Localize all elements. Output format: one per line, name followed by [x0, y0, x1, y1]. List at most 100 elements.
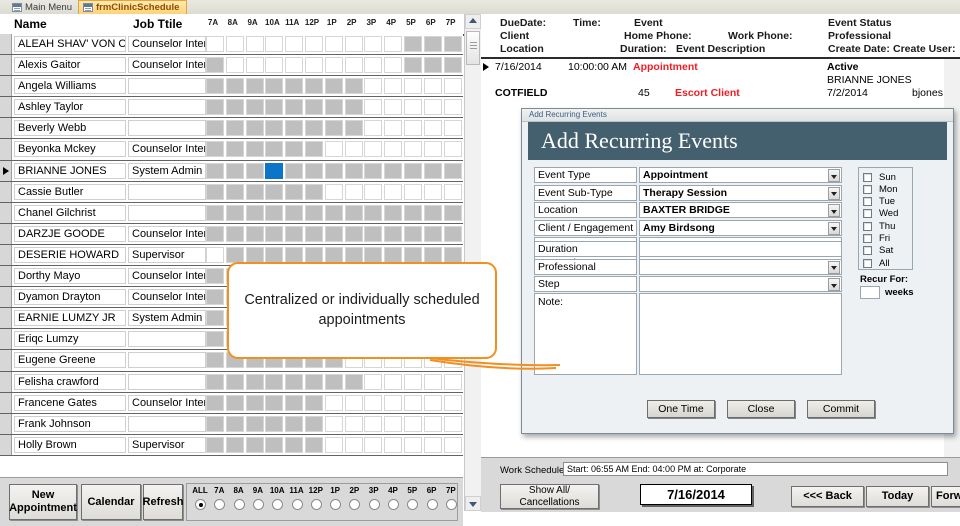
- time-slot-available[interactable]: [245, 394, 264, 411]
- row-selector[interactable]: [0, 202, 12, 223]
- today-button[interactable]: Today: [866, 486, 929, 507]
- time-slot-available[interactable]: [305, 183, 323, 200]
- time-slot-empty[interactable]: [384, 373, 403, 390]
- time-slot-empty[interactable]: [404, 99, 422, 116]
- time-slot-available[interactable]: [423, 162, 442, 179]
- time-slot-empty[interactable]: [364, 57, 383, 74]
- time-slot-empty[interactable]: [324, 36, 343, 52]
- cell-staff-name[interactable]: Chanel Gilchrist: [14, 204, 126, 221]
- time-slot-available[interactable]: [206, 415, 224, 432]
- time-slot-empty[interactable]: [423, 183, 442, 200]
- time-slot-available[interactable]: [265, 141, 284, 158]
- filter-radio-11a[interactable]: [291, 499, 303, 510]
- time-slot-available[interactable]: [443, 162, 462, 179]
- time-slot-available[interactable]: [265, 373, 284, 390]
- cell-staff-name[interactable]: Felisha crawford: [14, 373, 126, 390]
- day-checkbox-row-sun[interactable]: Sun: [863, 171, 896, 183]
- time-slot-empty[interactable]: [324, 183, 343, 200]
- time-slot-available[interactable]: [225, 99, 244, 116]
- cell-staff-name[interactable]: BRIANNE JONES: [14, 162, 126, 179]
- time-slot-empty[interactable]: [404, 120, 422, 137]
- field-input-professional[interactable]: [639, 258, 842, 275]
- cell-job-title[interactable]: [128, 183, 206, 200]
- time-slot-empty[interactable]: [384, 436, 403, 453]
- time-slot-available[interactable]: [225, 183, 244, 200]
- filter-radio-12p[interactable]: [310, 499, 322, 510]
- time-slot-empty[interactable]: [423, 373, 442, 390]
- cell-job-title[interactable]: Counselor Intern: [128, 57, 206, 74]
- time-slot-available[interactable]: [404, 204, 422, 221]
- schedule-row[interactable]: BRIANNE JONES System Admin: [0, 160, 463, 182]
- recur-weeks-input[interactable]: [860, 286, 880, 299]
- time-slot-available[interactable]: [245, 99, 264, 116]
- time-slot-empty[interactable]: [423, 78, 442, 95]
- time-slot-available[interactable]: [305, 141, 323, 158]
- refresh-button[interactable]: Refresh: [143, 484, 183, 520]
- time-slot-available[interactable]: [225, 78, 244, 95]
- cell-staff-name[interactable]: Eriqc Lumzy: [14, 331, 126, 348]
- cell-job-title[interactable]: [128, 352, 206, 369]
- row-selector[interactable]: [0, 55, 12, 76]
- time-slot-empty[interactable]: [305, 36, 323, 52]
- column-header-job-title[interactable]: Job Ttile: [133, 17, 182, 31]
- cell-staff-name[interactable]: Ashley Taylor: [14, 99, 126, 116]
- scroll-up-arrow-icon[interactable]: [465, 14, 481, 29]
- time-slot-available[interactable]: [245, 183, 264, 200]
- row-selector[interactable]: [0, 139, 12, 160]
- time-slot-available[interactable]: [265, 204, 284, 221]
- time-slot-available[interactable]: [285, 246, 304, 263]
- time-slot-empty[interactable]: [245, 57, 264, 74]
- schedule-row[interactable]: Ashley Taylor: [0, 97, 463, 119]
- cell-staff-name[interactable]: Eugene Greene: [14, 352, 126, 369]
- row-selector[interactable]: [0, 287, 12, 308]
- time-slot-available[interactable]: [206, 352, 224, 369]
- chevron-down-icon[interactable]: [828, 260, 840, 274]
- schedule-row[interactable]: Cassie Butler: [0, 181, 463, 203]
- time-slot-available[interactable]: [305, 225, 323, 242]
- time-slot-available[interactable]: [443, 225, 462, 242]
- time-slot-empty[interactable]: [285, 36, 304, 52]
- time-slot-empty[interactable]: [265, 57, 284, 74]
- time-slot-empty[interactable]: [404, 436, 422, 453]
- cell-staff-name[interactable]: Frank Johnson: [14, 415, 126, 432]
- time-slot-empty[interactable]: [364, 183, 383, 200]
- note-input[interactable]: [639, 293, 842, 375]
- filter-radio-all[interactable]: [195, 499, 206, 510]
- time-slot-available[interactable]: [285, 141, 304, 158]
- time-slot-available[interactable]: [206, 394, 224, 411]
- time-slot-empty[interactable]: [364, 36, 383, 52]
- chevron-down-icon[interactable]: [828, 186, 840, 200]
- time-slot-available[interactable]: [225, 394, 244, 411]
- time-slot-available[interactable]: [225, 162, 244, 179]
- time-slot-available[interactable]: [285, 436, 304, 453]
- time-slot-available[interactable]: [225, 225, 244, 242]
- time-slot-empty[interactable]: [206, 36, 224, 52]
- time-slot-available[interactable]: [206, 120, 224, 137]
- cell-staff-name[interactable]: Beverly Webb: [14, 120, 126, 137]
- time-slot-empty[interactable]: [423, 120, 442, 137]
- cell-staff-name[interactable]: Angela Williams: [14, 78, 126, 95]
- cell-staff-name[interactable]: Dyamon Drayton: [14, 289, 126, 306]
- cell-job-title[interactable]: Supervisor: [128, 246, 206, 263]
- time-slot-available[interactable]: [404, 225, 422, 242]
- time-slot-available[interactable]: [344, 204, 363, 221]
- checkbox-sat[interactable]: [863, 246, 872, 256]
- time-slot-empty[interactable]: [443, 373, 462, 390]
- time-slot-available[interactable]: [225, 120, 244, 137]
- time-slot-empty[interactable]: [384, 99, 403, 116]
- chevron-down-icon[interactable]: [828, 204, 840, 217]
- tab-main-menu[interactable]: Main Menu: [8, 0, 80, 14]
- time-slot-empty[interactable]: [443, 415, 462, 432]
- row-selector[interactable]: [0, 118, 12, 139]
- time-slot-appointment[interactable]: [265, 162, 284, 179]
- time-slot-empty[interactable]: [324, 415, 343, 432]
- cell-job-title[interactable]: Counselor Intern: [128, 289, 206, 306]
- time-slot-available[interactable]: [225, 204, 244, 221]
- time-slot-empty[interactable]: [443, 120, 462, 137]
- time-slot-available[interactable]: [324, 246, 343, 263]
- work-schedule-value[interactable]: Start: 06:55 AM End: 04:00 PM at: Corpor…: [563, 462, 948, 476]
- cell-staff-name[interactable]: DARZJE GOODE: [14, 225, 126, 242]
- cell-job-title[interactable]: [128, 415, 206, 432]
- time-slot-available[interactable]: [344, 246, 363, 263]
- time-slot-empty[interactable]: [285, 57, 304, 74]
